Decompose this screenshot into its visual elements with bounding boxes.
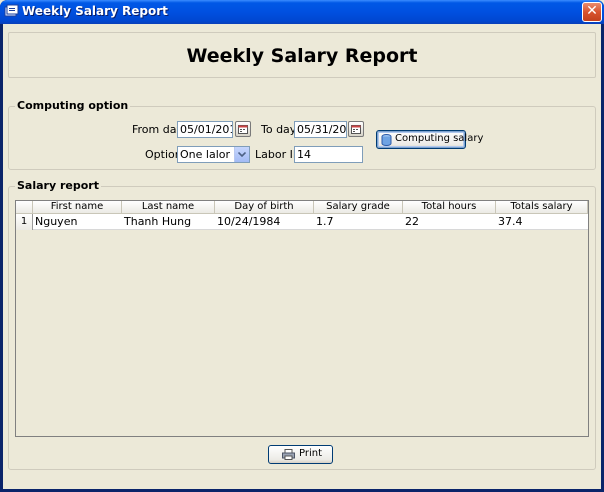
cell-first-name[interactable]: Nguyen [33, 214, 122, 230]
close-icon: ✕ [586, 3, 598, 19]
calendar-icon [351, 125, 361, 134]
from-day-input[interactable]: 05/01/2010 [177, 121, 233, 138]
database-icon [381, 134, 392, 146]
to-day-calendar-button[interactable] [348, 121, 364, 137]
client-area: Weekly Salary Report Computing option Fr… [3, 24, 601, 489]
column-header[interactable]: Totals salary [496, 201, 588, 214]
close-button[interactable]: ✕ [582, 2, 602, 22]
table-row[interactable]: 1 Nguyen Thanh Hung 10/24/1984 1.7 22 37… [16, 214, 588, 230]
option-select[interactable]: One lalor [177, 146, 250, 163]
computing-option-group: Computing option From day: 05/01/2010 To… [8, 99, 596, 170]
salary-table[interactable]: First name Last name Day of birth Salary… [15, 200, 589, 437]
column-header[interactable]: First name [33, 201, 122, 214]
to-day-input[interactable]: 05/31/2010 [294, 121, 347, 138]
print-label: Print [299, 448, 323, 459]
app-icon [4, 4, 19, 17]
header-panel: Weekly Salary Report [8, 32, 596, 78]
cell-salary-grade[interactable]: 1.7 [314, 214, 403, 230]
cell-totals-salary[interactable]: 37.4 [496, 214, 588, 230]
option-selected-value: One lalor [180, 148, 230, 161]
app-window: Weekly Salary Report ✕ Weekly Salary Rep… [0, 0, 604, 492]
calendar-icon [238, 125, 248, 134]
print-button[interactable]: Print [268, 445, 333, 464]
computing-salary-button[interactable]: Computing salary [376, 130, 483, 149]
salary-report-legend: Salary report [15, 179, 101, 192]
window-title: Weekly Salary Report [22, 4, 168, 18]
table-header: First name Last name Day of birth Salary… [16, 201, 588, 214]
computing-salary-label: Computing salary [395, 133, 484, 144]
labor-id-input[interactable]: 14 [294, 146, 363, 163]
column-header[interactable]: Last name [122, 201, 215, 214]
printer-icon [282, 449, 295, 460]
salary-report-group: Salary report First name Last name Day o… [8, 179, 596, 470]
column-header[interactable]: Day of birth [215, 201, 314, 214]
column-header[interactable]: Salary grade [314, 201, 403, 214]
row-index: 1 [16, 214, 33, 230]
computing-option-legend: Computing option [15, 99, 131, 112]
row-header-corner [16, 201, 33, 214]
column-header[interactable]: Total hours [403, 201, 496, 214]
title-bar[interactable]: Weekly Salary Report ✕ [0, 0, 604, 24]
cell-total-hours[interactable]: 22 [403, 214, 496, 230]
cell-last-name[interactable]: Thanh Hung [122, 214, 215, 230]
page-title: Weekly Salary Report [186, 45, 418, 67]
option-dropdown-button[interactable] [234, 147, 249, 162]
cell-day-of-birth[interactable]: 10/24/1984 [215, 214, 314, 230]
chevron-down-icon [238, 152, 246, 157]
from-day-calendar-button[interactable] [235, 121, 251, 137]
